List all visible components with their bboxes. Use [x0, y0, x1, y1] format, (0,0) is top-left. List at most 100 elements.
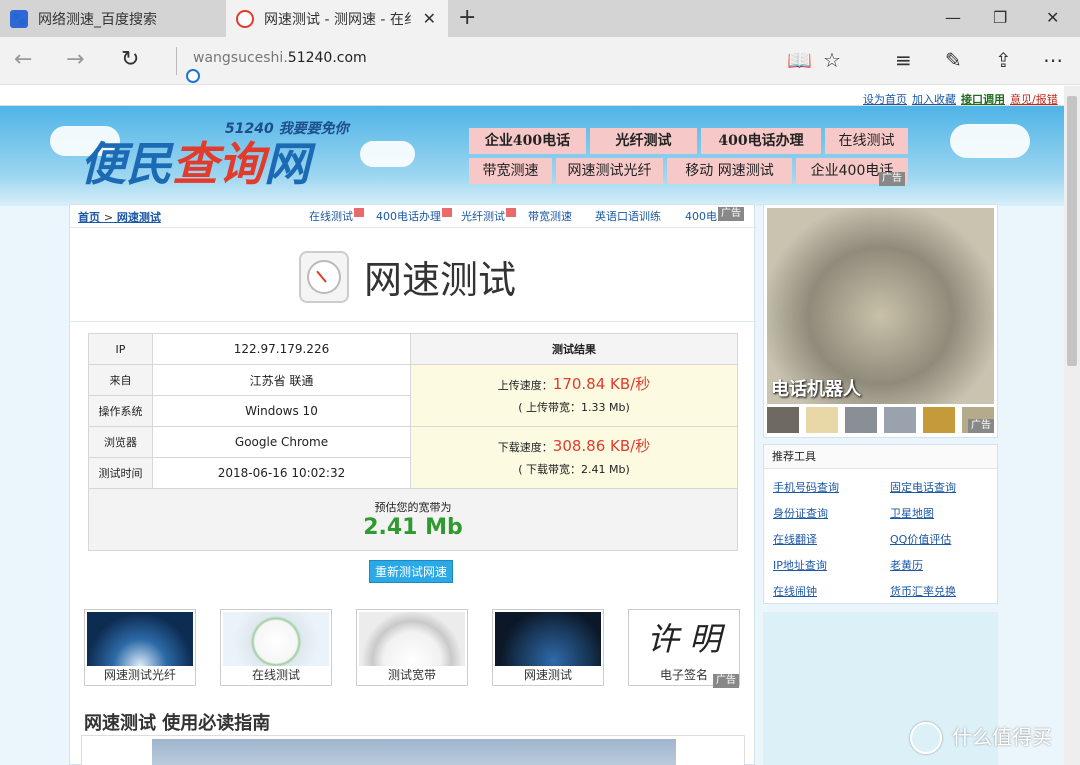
feedback-link[interactable]: 意见/报错: [1010, 91, 1058, 107]
tool-link-phone[interactable]: 手机号码查询: [773, 479, 839, 495]
tool-link-qq[interactable]: QQ价值评估: [890, 531, 951, 547]
tool-card[interactable]: 许 明 电子签名 广告: [628, 609, 740, 688]
address-divider: [176, 47, 177, 75]
page-viewport: 设为首页 加入收藏 接口调用 意见/报错 51240 我要要免你 便民查询网 企…: [0, 86, 1080, 765]
hub-icon[interactable]: ≡: [895, 48, 912, 72]
navigation-bar: ← → ↻ wangsuceshi.51240.com 📖 ☆ ≡ ✎ ⇪ ⋯: [0, 37, 1080, 85]
tab-baidu-search[interactable]: 🐾 网络测速_百度搜索: [0, 0, 225, 37]
more-icon[interactable]: ⋯: [1043, 48, 1063, 72]
value-browser: Google Chrome: [152, 426, 411, 458]
retest-button[interactable]: 重新测试网速: [369, 560, 454, 583]
upload-bandwidth: ( 上传带宽：1.33 Mb): [518, 400, 630, 414]
tool-card[interactable]: 网速测试光纤: [84, 609, 196, 686]
new-tab-icon[interactable]: +: [458, 5, 476, 30]
speedometer-icon: [299, 251, 349, 303]
dark-speedometer-thumbnail: [495, 612, 601, 666]
tool-card[interactable]: 在线测试: [220, 609, 332, 686]
baidu-paw-icon: 🐾: [10, 9, 28, 28]
upload-speed: 170.84 KB/秒: [552, 374, 651, 393]
add-favorite-link[interactable]: 加入收藏: [912, 91, 956, 107]
tool-link-almanac[interactable]: 老黄历: [890, 557, 923, 573]
scrollbar-thumb[interactable]: [1067, 96, 1077, 366]
ad-caption: 电话机器人: [771, 379, 861, 400]
ad-label: 广告: [713, 674, 739, 688]
tool-card[interactable]: 网速测试: [492, 609, 604, 686]
sublink-400-apply[interactable]: 400电话办理: [376, 208, 452, 224]
ad-thumbnail[interactable]: [923, 407, 955, 433]
upload-label: 上传速度：: [497, 378, 553, 392]
sublink-fiber-test[interactable]: 光纤测试: [461, 208, 516, 224]
sublink-bandwidth[interactable]: 带宽测速: [528, 208, 572, 224]
label-browser: 浏览器: [88, 426, 153, 458]
site-logo[interactable]: 51240 我要要免你 便民查询网: [80, 118, 370, 191]
value-ip: 122.97.179.226: [152, 333, 411, 365]
tool-link-alarm[interactable]: 在线闹钟: [773, 583, 817, 599]
tool-link-satellite[interactable]: 卫星地图: [890, 505, 934, 521]
loading-indicator-icon: [186, 69, 200, 83]
download-result: 下载速度：308.86 KB/秒 ( 下载带宽：2.41 Mb): [410, 426, 738, 489]
sublink-english[interactable]: 英语口语训练: [595, 208, 661, 224]
logo-text-main: 便民查询网: [80, 137, 310, 191]
nav-mobile-speed[interactable]: 移动 网速测试: [667, 158, 792, 184]
tab-speed-test[interactable]: 网速测试 - 测网速 - 在纟 ✕: [226, 0, 448, 37]
tool-link-ip[interactable]: IP地址查询: [773, 557, 827, 573]
nav-online-test[interactable]: 在线测试: [825, 128, 908, 154]
label-os: 操作系统: [88, 395, 153, 427]
minimize-icon[interactable]: —: [945, 8, 961, 27]
hot-badge-icon: [442, 208, 452, 217]
address-domain: 51240.com: [287, 50, 367, 66]
ad-thumbnail[interactable]: [884, 407, 916, 433]
sublink-online-test[interactable]: 在线测试: [309, 208, 364, 224]
breadcrumb-current[interactable]: 网速测试: [117, 211, 161, 224]
set-homepage-link[interactable]: 设为首页: [863, 91, 907, 107]
breadcrumb-home[interactable]: 首页: [78, 211, 100, 224]
tool-card-label: 网速测试光纤: [103, 668, 176, 682]
share-icon[interactable]: ⇪: [995, 48, 1012, 72]
back-icon[interactable]: ←: [14, 47, 32, 72]
maximize-icon[interactable]: ❐: [993, 8, 1007, 27]
nav-enterprise-400[interactable]: 企业400电话: [469, 128, 586, 154]
address-bar[interactable]: wangsuceshi.51240.com: [193, 50, 367, 66]
ad-thumbnail[interactable]: [845, 407, 877, 433]
main-panel: 首页 > 网速测试 在线测试 400电话办理 光纤测试 带宽测速 英语口语训练 …: [69, 204, 756, 765]
nav-bandwidth-test[interactable]: 带宽测速: [469, 158, 552, 184]
web-note-icon[interactable]: ✎: [945, 48, 962, 72]
tool-link-currency[interactable]: 货币汇率兑换: [890, 583, 956, 599]
address-prefix: wangsuceshi.: [193, 50, 288, 66]
guide-heading: 网速测试 使用必读指南: [84, 713, 271, 734]
tool-card-label: 网速测试: [523, 668, 572, 682]
ad-label: 广告: [968, 419, 994, 433]
tool-link-translate[interactable]: 在线翻译: [773, 531, 817, 547]
ad-thumbnail[interactable]: [767, 407, 799, 433]
tool-card[interactable]: 测试宽带: [356, 609, 468, 686]
reading-view-icon[interactable]: 📖: [787, 48, 812, 72]
nav-fiber-test[interactable]: 光纤测试: [590, 128, 697, 154]
vertical-scrollbar[interactable]: [1064, 86, 1080, 765]
ad-thumbnail[interactable]: [806, 407, 838, 433]
close-window-icon[interactable]: ✕: [1046, 8, 1059, 27]
tool-link-idcard[interactable]: 身份证查询: [773, 505, 828, 521]
divider: [70, 227, 756, 228]
forward-icon[interactable]: →: [66, 47, 84, 72]
meter-thumbnail: [359, 612, 465, 666]
watermark-text: 什么值得买: [952, 725, 1052, 749]
cloud-decoration: [950, 124, 1030, 158]
label-ip: IP: [88, 333, 153, 365]
result-table: IP 122.97.179.226 测试结果 来自 江苏省 联通 上传速度：17…: [88, 333, 738, 551]
api-link[interactable]: 接口调用: [961, 91, 1005, 107]
tab-title: 网速测试 - 测网速 - 在纟: [264, 11, 414, 28]
sublink-400-more[interactable]: 400电: [685, 208, 717, 224]
top-links-bar: 设为首页 加入收藏 接口调用 意见/报错: [0, 86, 1064, 106]
tab-bar: 🐾 网络测速_百度搜索 网速测试 - 测网速 - 在纟 ✕ + — ❐ ✕: [0, 0, 1080, 37]
ad-panel[interactable]: 电话机器人 广告: [763, 204, 998, 438]
label-test-time: 测试时间: [88, 457, 153, 489]
tool-link-landline[interactable]: 固定电话查询: [890, 479, 956, 495]
estimate-label: 预估您的宽带为: [374, 501, 452, 514]
download-label: 下载速度：: [497, 440, 553, 454]
nav-400-apply[interactable]: 400电话办理: [701, 128, 821, 154]
close-tab-icon[interactable]: ✕: [423, 9, 436, 28]
bandwidth-estimate: 预估您的宽带为 2.41 Mb: [88, 488, 738, 551]
refresh-icon[interactable]: ↻: [121, 47, 139, 72]
nav-fiber-speed[interactable]: 网速测试光纤: [556, 158, 663, 184]
favorite-star-icon[interactable]: ☆: [823, 48, 841, 72]
